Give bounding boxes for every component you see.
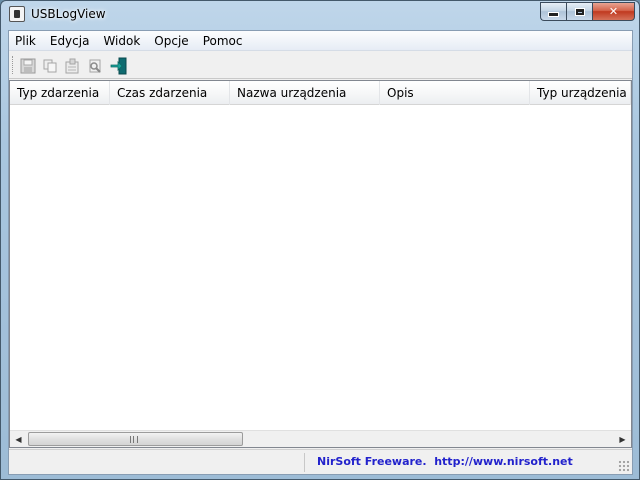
minimize-icon [548,12,559,17]
horizontal-scrollbar[interactable]: ◀ ▶ [10,430,631,447]
properties-icon [65,58,79,74]
properties-button[interactable] [62,56,82,76]
column-header-typ-zdarzenia[interactable]: Typ zdarzenia [10,81,110,105]
copy-icon [43,59,57,73]
maximize-icon [574,7,585,16]
find-button[interactable] [85,56,105,76]
resize-grip-icon[interactable] [618,460,630,472]
window-title: USBLogView [31,7,106,21]
menu-plik[interactable]: Plik [9,31,43,51]
close-icon: ✕ [608,5,619,18]
toolbar [9,52,632,79]
caption-buttons: ✕ [540,2,635,21]
list-body[interactable] [10,106,631,431]
status-pane [11,453,305,472]
save-button[interactable] [18,56,38,76]
menu-pomoc[interactable]: Pomoc [196,31,250,51]
copy-button[interactable] [40,56,60,76]
toolbar-grip[interactable] [12,56,14,74]
scroll-grip-icon [130,436,138,443]
list-header: Typ zdarzenia Czas zdarzenia Nazwa urząd… [10,81,631,105]
scroll-thumb[interactable] [28,432,243,446]
maximize-button[interactable] [566,2,592,21]
client-area: Plik Edycja Widok Opcje Pomoc Typ zdarze… [8,30,633,475]
find-icon [89,59,101,73]
event-list[interactable]: Typ zdarzenia Czas zdarzenia Nazwa urząd… [9,80,632,448]
close-button[interactable]: ✕ [592,2,635,21]
menu-bar: Plik Edycja Widok Opcje Pomoc [9,31,632,51]
title-bar[interactable]: USBLogView ✕ [1,1,639,29]
scroll-left-button[interactable]: ◀ [10,431,27,447]
arrow-right-icon: ▶ [619,434,626,444]
exit-button[interactable] [109,56,129,76]
scroll-right-button[interactable]: ▶ [614,431,631,447]
menu-widok[interactable]: Widok [96,31,147,51]
exit-icon [110,57,127,75]
column-header-nazwa-urzadzenia[interactable]: Nazwa urządzenia [230,81,380,105]
minimize-button[interactable] [540,2,566,21]
app-icon[interactable] [9,6,25,22]
nirsoft-link[interactable]: NirSoft Freeware. http://www.nirsoft.net [317,455,573,468]
save-icon [20,58,36,74]
column-header-czas-zdarzenia[interactable]: Czas zdarzenia [110,81,230,105]
column-header-opis[interactable]: Opis [380,81,530,105]
column-header-typ-urzadzenia[interactable]: Typ urządzenia [530,81,631,105]
app-window: USBLogView ✕ Plik Edycja Widok Opcje Pom… [0,0,640,480]
menu-opcje[interactable]: Opcje [147,31,195,51]
menu-edycja[interactable]: Edycja [43,31,97,51]
status-bar: NirSoft Freeware. http://www.nirsoft.net [9,449,632,474]
arrow-left-icon: ◀ [15,434,22,444]
